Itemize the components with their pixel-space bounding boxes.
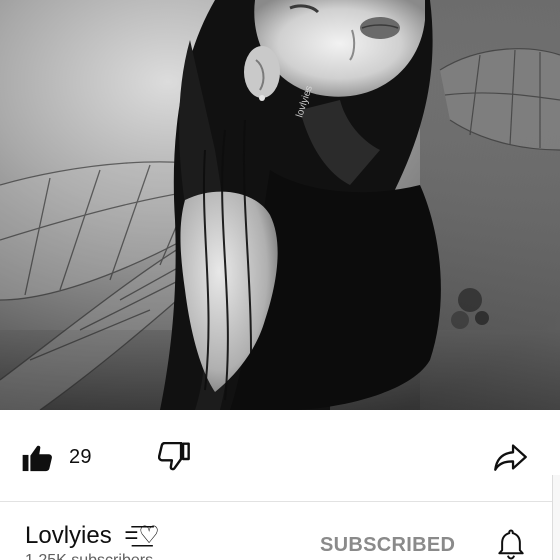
notification-bell-button[interactable] xyxy=(497,528,525,560)
thumb-up-filled-icon xyxy=(22,443,53,472)
thumb-down-outline-icon xyxy=(158,442,190,472)
like-button[interactable]: 29 xyxy=(22,443,92,472)
share-arrow-icon xyxy=(494,443,527,471)
channel-name: Lovlyies xyxy=(25,522,112,549)
bell-icon xyxy=(497,528,525,560)
like-count: 29 xyxy=(69,446,92,468)
dislike-button[interactable] xyxy=(158,442,190,472)
video-thumbnail: lovlyies xyxy=(0,0,560,410)
channel-name-decoration: =͟͟͞♡ xyxy=(124,522,160,549)
video-player[interactable]: lovlyies xyxy=(0,0,560,410)
share-button[interactable] xyxy=(494,443,527,471)
video-actions-bar: 29 xyxy=(0,410,560,502)
side-panel-edge xyxy=(552,475,560,560)
channel-bar: Lovlyies =͟͟͞♡ 1.25K subscribers SUBSCRI… xyxy=(0,502,560,560)
channel-name-link[interactable]: Lovlyies =͟͟͞♡ xyxy=(25,521,160,550)
subscribed-button[interactable]: SUBSCRIBED xyxy=(320,534,455,557)
subscriber-count: 1.25K subscribers xyxy=(25,552,153,560)
video-watch-page: lovlyies 29 Lovlyies =͟͟͞♡ SUBSCRIBED xyxy=(0,0,560,560)
